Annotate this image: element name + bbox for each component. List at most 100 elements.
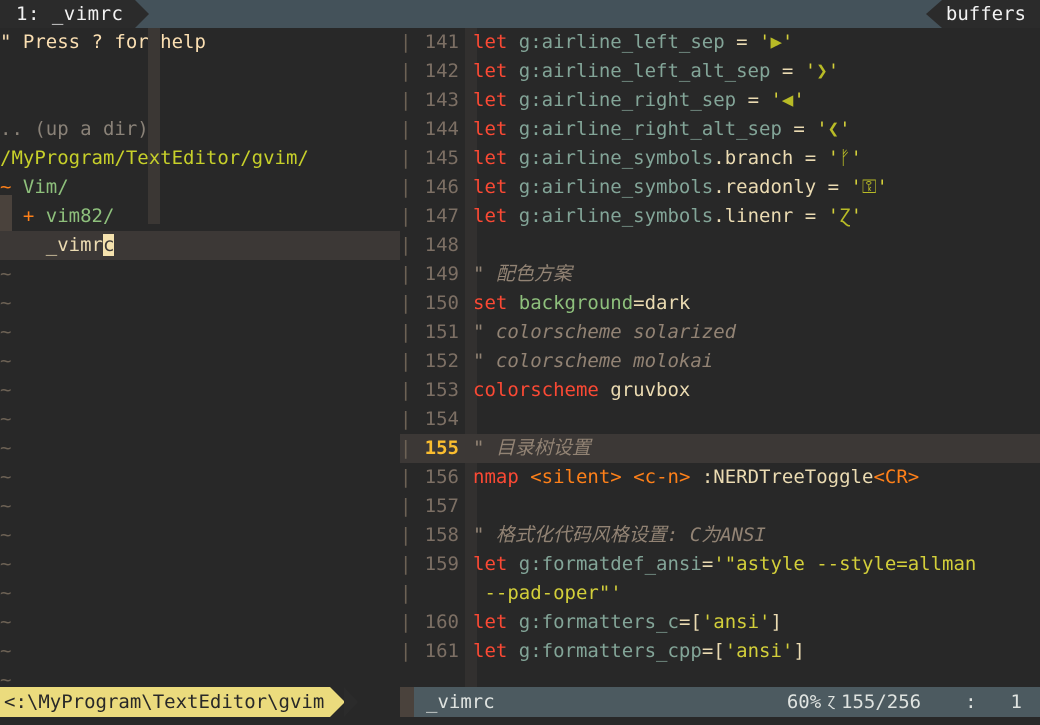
code-line-wrapped[interactable]: | --pad-oper"': [400, 579, 1040, 608]
nerdtree-root[interactable]: /MyProgram/TextEditor/gvim/: [0, 144, 400, 173]
code-line[interactable]: | 160 let g:formatters_c=['ansi']: [400, 608, 1040, 637]
code-token-op: ]: [770, 611, 782, 633]
nerdtree-node-label: vim82/: [34, 205, 115, 227]
nerdtree-blank-1[interactable]: [0, 57, 400, 86]
code-token-kw: let: [473, 176, 508, 198]
code-line[interactable]: | 141 let g:airline_left_sep = '▶': [400, 28, 1040, 57]
nerdtree-node-0[interactable]: ~ Vim/: [0, 173, 400, 202]
code-line-text: let g:formatdef_ansi='"astyle --style=al…: [461, 550, 976, 579]
nerdtree-tilde-6[interactable]: ~: [0, 434, 400, 463]
code-token-kw: colorscheme: [473, 379, 599, 401]
code-line[interactable]: | 156 nmap <silent> <c-n> :NERDTreeToggle<…: [400, 463, 1040, 492]
buffers-label: buffers: [945, 3, 1026, 25]
nerdtree-help-text: " Press ? for help: [0, 31, 206, 53]
code-token-cmt: " 配色方案: [473, 263, 572, 285]
code-line[interactable]: | 150 set background=dark: [400, 289, 1040, 318]
nerdtree-tilde-11[interactable]: ~: [0, 579, 400, 608]
code-token-kw: let: [473, 118, 508, 140]
nerdtree-tilde-5[interactable]: ~: [0, 405, 400, 434]
nerdtree-pane[interactable]: " Press ? for help .. (up a dir) /MyProgr…: [0, 28, 400, 687]
nerdtree-node-1[interactable]: + vim82/: [0, 202, 400, 231]
code-pane[interactable]: | 141 let g:airline_left_sep = '▶' | 142 let …: [400, 28, 1040, 687]
code-token-str: '"astyle --style=allman: [713, 553, 977, 575]
nerdtree-tilde-1[interactable]: ~: [0, 289, 400, 318]
code-token-op: =[: [701, 640, 725, 662]
editor-body: " Press ? for help .. (up a dir) /MyProgr…: [0, 28, 1040, 687]
code-token-pglyph: ❮: [827, 118, 840, 140]
code-line[interactable]: | 153 colorscheme gruvbox: [400, 376, 1040, 405]
code-line[interactable]: | 143 let g:airline_right_sep = '◀': [400, 86, 1040, 115]
vertical-split-separator: |: [400, 321, 412, 343]
statusline-left: <:\MyProgram\TextEditor\gvim: [0, 687, 359, 717]
nerdtree-tilde-14[interactable]: ~: [0, 666, 400, 687]
gvim-window: 1: _vimrc buffers " Press ? for help .. …: [0, 0, 1040, 725]
code-token-kw: let: [473, 205, 508, 227]
nerdtree-tilde-7[interactable]: ~: [0, 463, 400, 492]
nerdtree-tilde-2[interactable]: ~: [0, 318, 400, 347]
nerdtree-tilde-8[interactable]: ~: [0, 492, 400, 521]
code-line[interactable]: | 144 let g:airline_right_alt_sep = '❮': [400, 115, 1040, 144]
code-line[interactable]: | 154: [400, 405, 1040, 434]
code-line[interactable]: | 151 " colorscheme solarized: [400, 318, 1040, 347]
code-line[interactable]: | 148: [400, 231, 1040, 260]
code-token-ident: g:airline_left_alt_sep: [518, 60, 771, 82]
code-token-plain: .readonly: [713, 176, 817, 198]
nerdtree-tilde-4[interactable]: ~: [0, 376, 400, 405]
tabline: 1: _vimrc buffers: [0, 0, 1040, 28]
tab-vimrc[interactable]: 1: _vimrc: [0, 0, 136, 28]
code-line[interactable]: | 155 " 目录树设置: [400, 434, 1040, 463]
line-number: 150: [424, 292, 459, 314]
nerdtree-blank-2[interactable]: [0, 86, 400, 115]
line-number: 158: [424, 524, 459, 546]
nerdtree-selected-file[interactable]: _vimrc: [0, 231, 400, 260]
code-token-pglyph: ▶: [770, 31, 782, 53]
vertical-split-separator: |: [400, 60, 412, 82]
statusline-arrow-icon: [330, 687, 346, 717]
tab-buffers[interactable]: buffers: [941, 0, 1040, 28]
nerdtree-tilde-3[interactable]: ~: [0, 347, 400, 376]
code-token-op: =: [770, 60, 805, 82]
nerdtree-tilde-13[interactable]: ~: [0, 637, 400, 666]
code-line[interactable]: | 147 let g:airline_symbols.linenr = 'Ɀ': [400, 202, 1040, 231]
nerdtree-tilde: ~: [0, 669, 12, 687]
code-line[interactable]: | 159 let g:formatdef_ansi='"astyle --styl…: [400, 550, 1040, 579]
code-line[interactable]: | 142 let g:airline_left_alt_sep = '❯': [400, 57, 1040, 86]
code-token-special: <silent>: [530, 466, 622, 488]
nerdtree-node-marker-icon: +: [22, 205, 35, 227]
nerdtree-tilde-12[interactable]: ~: [0, 608, 400, 637]
code-token-ident: g:formatters_c: [518, 611, 679, 633]
code-line[interactable]: | 158 " 格式化代码风格设置: C为ANSI: [400, 521, 1040, 550]
nerdtree-tilde-0[interactable]: ~: [0, 260, 400, 289]
code-token-str: ': [827, 60, 840, 82]
nerdtree-help-line[interactable]: " Press ? for help: [0, 28, 400, 57]
code-token-kw: let: [473, 147, 508, 169]
code-token-op: =: [816, 176, 851, 198]
nerdtree-up-dir[interactable]: .. (up a dir): [0, 115, 400, 144]
nerdtree-tilde-10[interactable]: ~: [0, 550, 400, 579]
code-token-str: ': [839, 118, 851, 140]
code-line-text: let g:airline_right_sep = '◀': [461, 86, 805, 115]
code-token-kw-o: nmap: [473, 466, 519, 488]
statusline-right: _vimrc 60% Ɀ 155/256 : 1: [400, 687, 1040, 717]
code-token-op: =: [793, 205, 828, 227]
code-token-ident: g:airline_symbols: [518, 205, 714, 227]
code-line-text: let g:airline_symbols.branch = 'ᚠ': [461, 144, 862, 173]
code-token-op: =: [781, 118, 817, 140]
tab-separator-arrow-icon: [135, 0, 150, 28]
code-line[interactable]: | 161 let g:formatters_cpp=['ansi']: [400, 637, 1040, 666]
vertical-split-separator: |: [400, 263, 412, 285]
code-line[interactable]: | 149 " 配色方案: [400, 260, 1040, 289]
nerdtree-tilde: ~: [0, 292, 12, 314]
code-line[interactable]: | 146 let g:airline_symbols.readonly = '⚿': [400, 173, 1040, 202]
code-token-op: =[: [678, 611, 702, 633]
code-line[interactable]: | 157: [400, 492, 1040, 521]
code-line-text: " 格式化代码风格设置: C为ANSI: [461, 521, 766, 550]
code-line[interactable]: | 145 let g:airline_symbols.branch = 'ᚠ': [400, 144, 1040, 173]
code-token-plain: :NERDTreeToggle: [701, 466, 874, 488]
code-token-kw: let: [473, 89, 508, 111]
nerdtree-tilde-9[interactable]: ~: [0, 521, 400, 550]
code-line[interactable]: | 152 " colorscheme molokai: [400, 347, 1040, 376]
